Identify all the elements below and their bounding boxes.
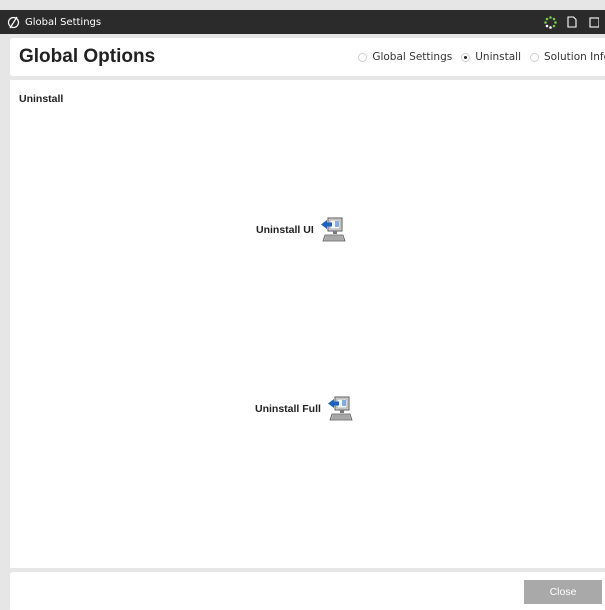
computer-uninstall-icon[interactable] — [327, 396, 353, 422]
radio-button[interactable] — [358, 52, 368, 62]
slashed-circle-icon — [5, 14, 21, 30]
radio-button[interactable] — [461, 52, 471, 62]
uninstall-ui-label: Uninstall UI — [256, 224, 314, 236]
close-button[interactable]: Close — [524, 580, 602, 604]
window-title: Global Settings — [25, 16, 102, 28]
radio-button[interactable] — [530, 52, 540, 62]
footer-bar: Close — [10, 572, 605, 610]
section-title: Uninstall — [19, 93, 64, 105]
uninstall-full-label: Uninstall Full — [255, 403, 321, 415]
main-panel: Uninstall Uninstall UI Uninstall Full — [10, 80, 605, 568]
radio-label: Solution Info — [544, 51, 605, 63]
window-icon[interactable] — [583, 10, 605, 34]
title-bar: Global Settings — [0, 10, 605, 34]
uninstall-full-button[interactable]: Uninstall Full — [255, 396, 353, 422]
page-title: Global Options — [19, 46, 156, 67]
radio-uninstall[interactable]: Uninstall — [461, 51, 521, 63]
computer-uninstall-icon[interactable] — [320, 217, 346, 243]
radio-label: Uninstall — [475, 51, 522, 63]
option-radio-group: Global Settings Uninstall Solution Info — [349, 51, 605, 63]
radio-solution-info[interactable]: Solution Info — [530, 51, 605, 63]
radio-label: Global Settings — [372, 51, 453, 63]
radio-global-settings[interactable]: Global Settings — [358, 51, 452, 63]
uninstall-ui-button[interactable]: Uninstall UI — [256, 217, 346, 243]
header-card: Global Options Global Settings Uninstall… — [10, 38, 605, 76]
document-icon[interactable] — [561, 10, 583, 34]
loading-spinner-icon — [539, 10, 561, 34]
